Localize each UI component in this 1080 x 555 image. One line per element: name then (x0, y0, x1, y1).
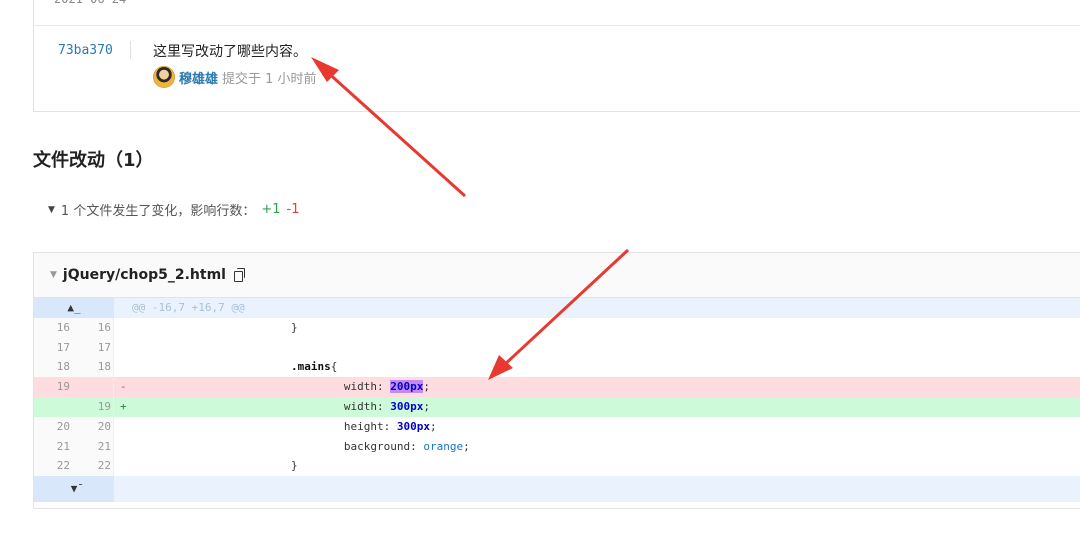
diff-sign (114, 456, 132, 476)
code-token: ; (423, 399, 431, 413)
author-link[interactable]: 穆雄雄 (179, 68, 218, 87)
commit-message: 这里写改动了哪些内容。 (153, 44, 307, 60)
hunk-header-row: ▲̲ @@ -16,7 +16,7 @@ (34, 298, 1080, 318)
hunk-header: @@ -16,7 +16,7 @@ (132, 301, 245, 314)
context-line: 17 17 (34, 337, 1080, 358)
new-line-number[interactable]: 17 (72, 338, 113, 358)
commit-sha-link[interactable]: 73ba370 (58, 43, 113, 58)
expand-up-button[interactable]: ▲̲ (34, 298, 114, 318)
code-token: ; (423, 380, 431, 394)
old-line-number[interactable]: 18 (34, 357, 72, 377)
line-gutter: 16 16 (34, 317, 114, 338)
new-line-number[interactable]: 18 (72, 357, 113, 377)
code-token: 200px (390, 380, 424, 394)
context-line: 22 22 } (34, 456, 1080, 477)
code-token: } (132, 459, 298, 473)
expand-down-button[interactable]: ▼̄ (34, 476, 114, 503)
line-gutter: 20 20 (34, 416, 114, 437)
code-token: ; (430, 419, 437, 433)
line-gutter: 22 22 (34, 456, 114, 477)
commit-time: 提交于 1 小时前 (222, 71, 317, 87)
expand-down-icon[interactable]: ▼̄ (71, 479, 78, 499)
changes-summary-text: 1 个文件发生了变化，影响行数： (60, 204, 256, 219)
diff-rows: ▲̲ @@ -16,7 +16,7 @@ 16 16 } 17 17 18 18 .mai… (34, 298, 1080, 503)
diff-sign (114, 417, 132, 437)
added-line: 19 + width: 300px; (34, 396, 1080, 417)
code-line: } (132, 456, 1080, 476)
diff-sign (114, 338, 132, 358)
old-line-number[interactable] (34, 397, 72, 417)
code-token: height: (132, 419, 397, 433)
additions-count: +1 (261, 202, 281, 217)
copy-icon[interactable] (233, 268, 246, 282)
code-token: 300px (396, 419, 431, 433)
deleted-line: 19 - width: 200px; (34, 377, 1080, 397)
line-gutter: 19 (34, 377, 114, 397)
commit-card: 2021-06-24 73ba370 这里写改动了哪些内容。 穆雄雄 提交于 1… (33, 0, 1080, 112)
old-line-number[interactable]: 17 (34, 338, 72, 358)
empty-code (114, 476, 1080, 502)
old-line-number[interactable]: 19 (34, 377, 72, 397)
code-line: background: orange; (132, 437, 1080, 457)
context-line: 18 18 .mains{ (34, 357, 1080, 378)
old-line-number[interactable]: 20 (34, 417, 72, 437)
line-gutter: 18 18 (34, 357, 114, 378)
old-line-number[interactable]: 21 (34, 437, 72, 457)
expand-up-icon[interactable]: ▲̲ (67, 298, 80, 318)
diff-sign (114, 318, 132, 338)
file-path: jQuery/chop5_2.html (62, 267, 226, 283)
commit-meta: 穆雄雄 提交于 1 小时前 (153, 66, 317, 88)
code-line: width: 300px; (132, 397, 1080, 417)
diff-sign (114, 357, 132, 377)
new-line-number[interactable]: 22 (72, 456, 113, 476)
code-token: { (330, 360, 338, 374)
code-line: height: 300px; (132, 417, 1080, 437)
new-line-number[interactable] (72, 377, 113, 397)
context-line: 20 20 height: 300px; (34, 416, 1080, 437)
old-line-number[interactable]: 16 (34, 318, 72, 338)
caret-down-icon: ▼ (48, 204, 55, 215)
deletions-count: -1 (286, 202, 300, 217)
changes-summary-toggle[interactable]: ▼ 1 个文件发生了变化，影响行数： +1 -1 (48, 200, 299, 219)
separator (130, 41, 131, 59)
file-header[interactable]: ▼ jQuery/chop5_2.html (34, 253, 1080, 298)
code-token: } (132, 320, 298, 334)
code-line: width: 200px; (132, 377, 1080, 397)
code-token: ; (463, 439, 470, 453)
caret-down-icon[interactable]: ▼ (50, 270, 57, 280)
code-token: background: (132, 439, 424, 453)
diff-panel: ▼ jQuery/chop5_2.html ▲̲ @@ -16,7 +16,7 … (33, 252, 1080, 509)
code-token: 300px (390, 399, 424, 413)
expand-down-row: ▼̄ (34, 476, 1080, 503)
new-line-number[interactable]: 20 (72, 417, 113, 437)
code-token: .mains (290, 360, 331, 374)
code-token: width: (132, 380, 391, 394)
line-gutter: 21 21 (34, 436, 114, 457)
avatar[interactable] (153, 66, 175, 88)
divider (34, 25, 1080, 26)
code-line: } (132, 318, 1080, 338)
diff-sign: + (120, 399, 127, 413)
new-line-number[interactable]: 16 (72, 318, 113, 338)
line-gutter: 19 (34, 396, 114, 417)
new-line-number[interactable]: 21 (72, 437, 113, 457)
code-token: width: (132, 399, 391, 413)
diff-sign (114, 437, 132, 457)
code-line: .mains{ (132, 357, 1080, 377)
old-line-number[interactable]: 22 (34, 456, 72, 476)
file-changes-title: 文件改动（1） (33, 150, 154, 171)
diff-sign: - (120, 380, 127, 394)
commit-date: 2021-06-24 (54, 0, 126, 5)
new-line-number[interactable]: 19 (72, 397, 113, 417)
context-line: 21 21 background: orange; (34, 436, 1080, 457)
code-token: orange (423, 439, 464, 453)
line-gutter: 17 17 (34, 337, 114, 358)
context-line: 16 16 } (34, 317, 1080, 338)
